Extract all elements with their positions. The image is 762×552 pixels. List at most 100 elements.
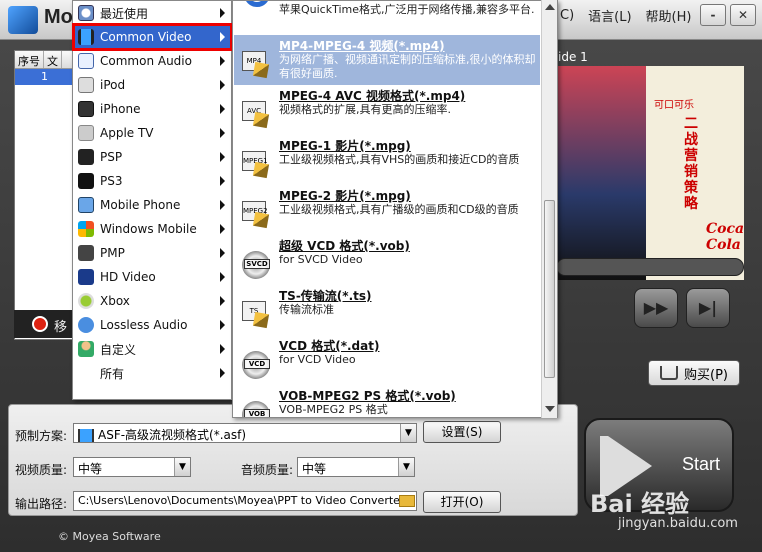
menu-item-common-video[interactable]: Common Video [72,23,233,51]
pen-icon [252,61,270,79]
format-desc: for SVCD Video [279,253,363,266]
menu-item-windows-mobile[interactable]: Windows Mobile [74,217,231,241]
format-desc: 传输流标准 [279,303,334,316]
vob-disc-icon: VOB [238,395,270,417]
buy-button[interactable]: 购买(P) [648,360,740,386]
format-item-ts[interactable]: TS TS-传输流(*.ts) 传输流标准 [234,285,540,335]
format-title: 超级 VCD 格式(*.vob) [279,239,410,253]
svcd-disc-icon: SVCD [238,245,270,279]
chevron-right-icon [220,104,225,114]
chevron-down-icon[interactable]: ▼ [398,458,414,476]
row-seq: 1 [41,70,48,83]
col-file[interactable]: 文 [44,51,62,68]
menu-help[interactable]: 帮助(H) [646,6,692,25]
ps3-icon [78,173,94,189]
format-item-mpeg2[interactable]: MPEG2 MPEG-2 影片(*.mpg) 工业级视频格式,具有广播级的画质和… [234,185,540,235]
chevron-right-icon [220,200,225,210]
menu-language[interactable]: 语言(L) [588,6,631,25]
menu-item-common-audio[interactable]: Common Audio [74,49,231,73]
menu-item-ps3[interactable]: PS3 [74,169,231,193]
open-button[interactable]: 打开(O) [423,491,501,513]
file-row[interactable]: 1 [15,69,73,85]
menu-item-lossless-audio[interactable]: Lossless Audio [74,313,231,337]
settings-button[interactable]: 设置(S) [423,421,501,443]
format-item-mp4[interactable]: MP4 MP4-MPEG-4 视频(*.mp4) 为网络广播、视频通讯定制的压缩… [234,35,540,85]
scroll-up-icon[interactable] [545,4,555,10]
ts-file-icon: TS [238,295,270,329]
fast-forward-button[interactable]: ▶▶ [634,288,678,328]
format-item-avc[interactable]: AVC MPEG-4 AVC 视频格式(*.mp4) 视频格式的扩展,具有更高的… [234,85,540,135]
remove-icon[interactable] [32,316,48,332]
preset-select[interactable]: ASF-高级流视频格式(*.asf) ▼ [73,423,417,443]
menu-item-label: Common Video [100,30,192,44]
video-quality-label: 视频质量: [15,463,68,477]
menu-item-iphone[interactable]: iPhone [74,97,231,121]
preset-label: 预制方案: [15,429,68,443]
top-menu: C) 语言(L) 帮助(H) [560,6,691,25]
chevron-right-icon [220,176,225,186]
close-button[interactable]: ✕ [730,4,756,26]
menu-item-appletv[interactable]: Apple TV [74,121,231,145]
format-desc: 工业级视频格式,具有VHS的画质和接近CD的音质 [279,153,520,166]
chevron-down-icon[interactable]: ▼ [400,424,416,442]
footer-copyright: © Moyea Software [58,530,161,543]
audio-quality-label: 音频质量: [241,463,294,477]
menu-item-label: 所有 [100,366,125,381]
format-item-vob[interactable]: VOB VOB-MPEG2 PS 格式(*.vob) VOB-MPEG2 PS … [234,385,540,417]
mpeg1-file-icon: MPEG1 [238,145,270,179]
file-list: 序号 文 1 [14,50,74,340]
scroll-down-icon[interactable] [545,406,555,412]
format-item-svcd[interactable]: SVCD 超级 VCD 格式(*.vob) for SVCD Video [234,235,540,285]
preview-brand: 可口可乐 [654,100,694,111]
menu-item-label: Lossless Audio [100,318,188,332]
audio-quality-value: 中等 [302,462,327,476]
status-row: 移 [14,310,74,338]
scrollbar-thumb[interactable] [544,200,555,378]
seek-slider[interactable] [556,258,744,276]
menu-item-custom[interactable]: 自定义 [74,337,231,361]
xbox-icon [78,293,94,309]
menu-item-mobile-phone[interactable]: Mobile Phone [74,193,231,217]
output-path-input[interactable]: C:\Users\Lenovo\Documents\Moyea\PPT to V… [73,491,417,511]
menu-item-recent[interactable]: 最近使用 [74,1,231,25]
menu-item-xbox[interactable]: Xbox [74,289,231,313]
ipod-icon [78,77,94,93]
format-item-mpeg1[interactable]: MPEG1 MPEG-1 影片(*.mpg) 工业级视频格式,具有VHS的画质和… [234,135,540,185]
settings-panel: 预制方案: ASF-高级流视频格式(*.asf) ▼ 设置(S) 视频质量: 中… [8,404,578,516]
menu-item-ipod[interactable]: iPod [74,73,231,97]
format-title: VOB-MPEG2 PS 格式(*.vob) [279,389,456,403]
app-title: Mo [44,6,73,28]
psp-icon [78,149,94,165]
chevron-right-icon [220,320,225,330]
folder-icon[interactable] [399,495,415,507]
menu-item-label: iPhone [100,102,141,116]
menu-item-pmp[interactable]: PMP [74,241,231,265]
chevron-down-icon[interactable]: ▼ [174,458,190,476]
appletv-icon [78,125,94,141]
preview-pane: 可口可乐 二战营销策略 Coca-Cola [556,66,744,280]
col-seq[interactable]: 序号 [15,51,44,68]
menu-item-label: Apple TV [100,126,154,140]
lossless-icon [78,317,94,333]
menu-item-label: HD Video [100,270,156,284]
chevron-right-icon [220,272,225,282]
format-item-quicktime[interactable]: 苹果QuickTime格式,广泛用于网络传播,兼容多平台. [234,1,540,33]
avc-file-icon: AVC [238,95,270,129]
video-quality-select[interactable]: 中等 ▼ [73,457,191,477]
menu-item-all[interactable]: 所有 [74,361,231,385]
menu-item-hd-video[interactable]: HD Video [74,265,231,289]
disc-label: VCD [244,359,270,369]
format-item-vcd[interactable]: VCD VCD 格式(*.dat) for VCD Video [234,335,540,385]
menu-item-psp[interactable]: PSP [74,145,231,169]
preview-slogan: 二战营销策略 [684,116,698,212]
menu-about[interactable]: C) [560,8,574,23]
cart-icon [660,366,678,380]
minimize-button[interactable]: - [700,4,726,26]
format-title: TS-传输流(*.ts) [279,289,372,303]
next-button[interactable]: ▶| [686,288,730,328]
menu-item-label: iPod [100,78,126,92]
submenu-scrollbar[interactable] [541,0,557,418]
menu-item-label: PS3 [100,174,123,188]
audio-quality-select[interactable]: 中等 ▼ [297,457,415,477]
pen-icon [252,161,270,179]
